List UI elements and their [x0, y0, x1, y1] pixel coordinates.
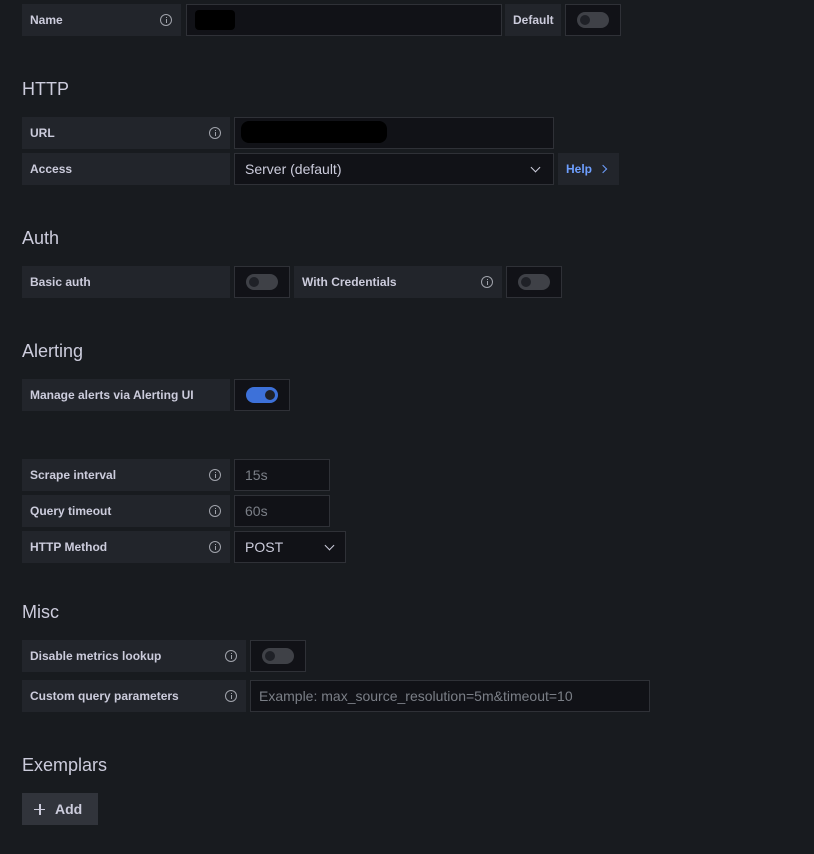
access-select[interactable]: Server (default) [234, 153, 554, 185]
info-icon[interactable] [481, 276, 493, 288]
with-credentials-toggle[interactable] [518, 274, 550, 290]
custom-query-input[interactable]: Example: max_source_resolution=5m&timeou… [250, 680, 650, 712]
info-icon[interactable] [209, 127, 221, 139]
info-icon[interactable] [160, 14, 172, 26]
disable-metrics-toggle[interactable] [262, 648, 294, 664]
redacted-value [195, 10, 235, 30]
chevron-down-icon [324, 540, 335, 551]
scrape-interval-placeholder: 15s [245, 467, 268, 483]
with-credentials-toggle-box [506, 266, 562, 298]
custom-query-label-text: Custom query parameters [30, 689, 179, 703]
with-credentials-label-text: With Credentials [302, 275, 397, 289]
http-method-label: HTTP Method [22, 531, 230, 563]
access-select-value: Server (default) [245, 161, 342, 177]
chevron-down-icon [530, 162, 541, 173]
disable-metrics-label-text: Disable metrics lookup [30, 649, 162, 663]
disable-metrics-label: Disable metrics lookup [22, 640, 246, 672]
default-label: Default [505, 4, 561, 36]
scrape-interval-input[interactable]: 15s [234, 459, 330, 491]
manage-alerts-toggle-box [234, 379, 290, 411]
info-icon[interactable] [209, 505, 221, 517]
plus-icon [34, 803, 45, 815]
manage-alerts-label: Manage alerts via Alerting UI [22, 379, 230, 411]
chevron-right-icon [598, 164, 608, 174]
manage-alerts-label-text: Manage alerts via Alerting UI [30, 388, 194, 402]
url-input[interactable] [234, 117, 554, 149]
with-credentials-label: With Credentials [294, 266, 502, 298]
misc-section-title: Misc [22, 602, 59, 622]
http-section-title: HTTP [22, 79, 69, 99]
manage-alerts-toggle[interactable] [246, 387, 278, 403]
name-label-text: Name [30, 13, 63, 27]
add-exemplar-button[interactable]: Add [22, 793, 98, 825]
basic-auth-label-text: Basic auth [30, 275, 91, 289]
disable-metrics-toggle-box [250, 640, 306, 672]
query-timeout-input[interactable]: 60s [234, 495, 330, 527]
http-method-value: POST [245, 539, 284, 555]
url-label: URL [22, 117, 230, 149]
query-timeout-placeholder: 60s [245, 503, 268, 519]
access-label-text: Access [30, 162, 73, 176]
url-label-text: URL [30, 126, 55, 140]
default-toggle[interactable] [577, 12, 609, 28]
alerting-section-title: Alerting [22, 341, 84, 361]
basic-auth-label: Basic auth [22, 266, 230, 298]
scrape-interval-label: Scrape interval [22, 459, 230, 491]
exemplars-section-title: Exemplars [22, 755, 108, 775]
scrape-interval-label-text: Scrape interval [30, 468, 117, 482]
add-label: Add [55, 801, 83, 817]
info-icon[interactable] [225, 690, 237, 702]
custom-query-label: Custom query parameters [22, 680, 246, 712]
info-icon[interactable] [225, 650, 237, 662]
basic-auth-toggle-box [234, 266, 290, 298]
http-method-label-text: HTTP Method [30, 540, 108, 554]
info-icon[interactable] [209, 469, 221, 481]
info-icon[interactable] [209, 541, 221, 553]
name-input[interactable] [186, 4, 502, 36]
basic-auth-toggle[interactable] [246, 274, 278, 290]
default-label-text: Default [513, 13, 554, 27]
help-label: Help [566, 162, 593, 176]
query-timeout-label-text: Query timeout [30, 504, 112, 518]
access-label: Access [22, 153, 230, 185]
name-label: Name [22, 4, 181, 36]
custom-query-placeholder: Example: max_source_resolution=5m&timeou… [259, 688, 573, 704]
help-button[interactable]: Help [558, 153, 619, 185]
default-toggle-box [565, 4, 621, 36]
redacted-value [241, 121, 387, 143]
auth-section-title: Auth [22, 228, 60, 248]
query-timeout-label: Query timeout [22, 495, 230, 527]
http-method-select[interactable]: POST [234, 531, 346, 563]
